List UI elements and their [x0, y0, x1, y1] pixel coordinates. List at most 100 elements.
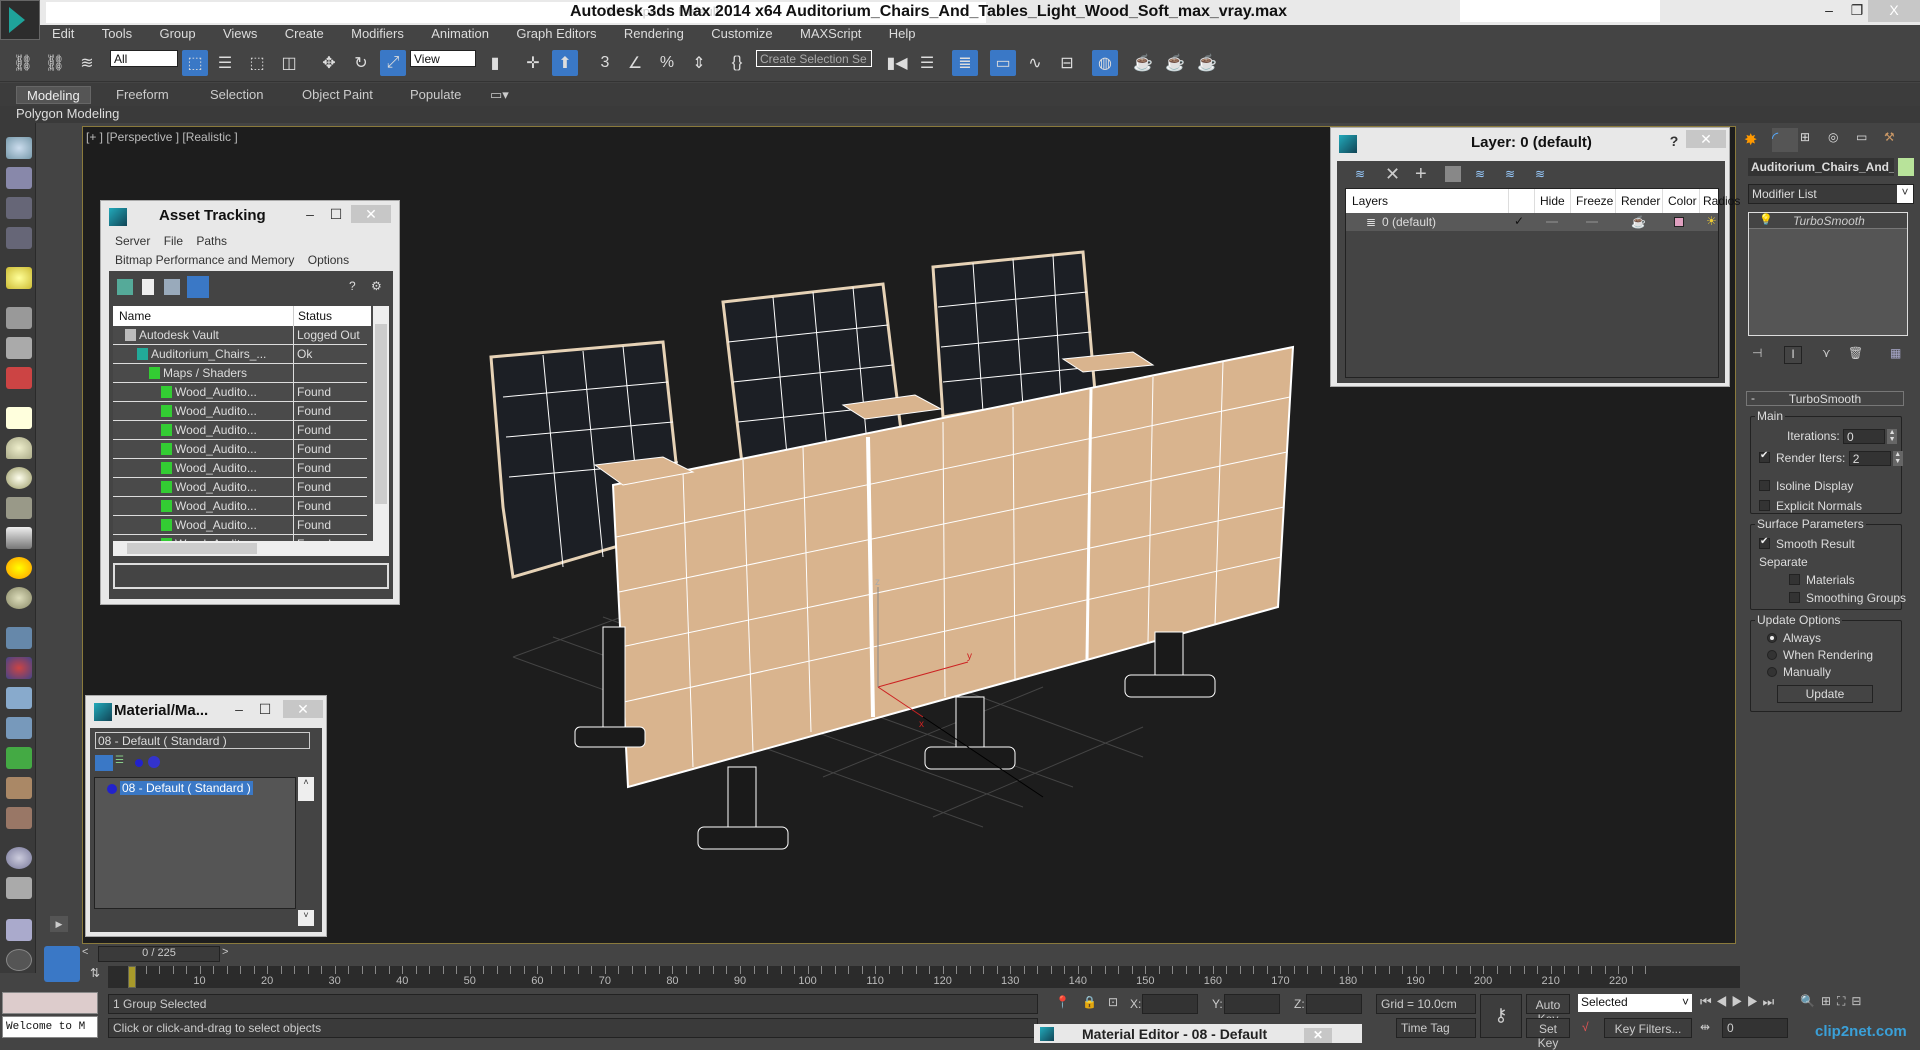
camera-icon[interactable] — [6, 307, 32, 329]
teapot-wire-icon[interactable] — [6, 497, 32, 519]
menu-bitmap-performance[interactable]: Bitmap Performance and Memory — [115, 253, 294, 267]
column-hide[interactable]: Hide — [1534, 189, 1570, 213]
selection-lock-icon[interactable]: 🔒 — [1082, 995, 1097, 1009]
camera-target-icon[interactable] — [6, 337, 32, 359]
render-iters-spinner[interactable]: ▲ ▼ — [1892, 451, 1903, 467]
settings-icon[interactable]: ⚙ — [371, 279, 387, 295]
add-to-layer-icon[interactable]: + — [1415, 163, 1427, 186]
current-frame-field[interactable]: 0 — [1722, 1018, 1788, 1038]
ribbon-tab-selection[interactable]: Selection — [200, 86, 273, 104]
select-manipulate-icon[interactable]: ✛ — [520, 50, 546, 76]
select-and-scale-icon[interactable]: ⤢ — [380, 50, 406, 76]
maximize-button[interactable]: ☐ — [323, 205, 349, 223]
ribbon-options-icon[interactable]: ▭▾ — [480, 86, 519, 104]
menu-create[interactable]: Create — [273, 25, 336, 41]
maxscript-listener-output[interactable] — [2, 992, 98, 1014]
asset-row[interactable]: Wood_Audito... Found — [113, 497, 367, 516]
ribbon-panel-polygon-modeling[interactable]: Polygon Modeling — [0, 106, 1920, 123]
layer-color-swatch[interactable] — [1674, 217, 1684, 227]
timeline-filter-icon[interactable]: ⇅ — [90, 966, 108, 986]
set-key-icon[interactable]: ⚷ — [1480, 994, 1522, 1038]
asset-row[interactable]: Wood_Audito... Found — [113, 516, 367, 535]
select-and-rotate-icon[interactable]: ↻ — [348, 50, 374, 76]
time-slider[interactable]: 0 / 225 — [98, 946, 220, 962]
select-and-move-icon[interactable]: ✥ — [316, 50, 342, 76]
asset-row[interactable]: Wood_Audito... Found — [113, 421, 367, 440]
render-teapot-icon[interactable]: ☕ — [1631, 215, 1646, 229]
y-coordinate-field[interactable] — [1224, 994, 1280, 1014]
table-view-icon[interactable] — [187, 276, 209, 298]
object-color-swatch[interactable] — [1898, 158, 1914, 176]
default-tangents-icon[interactable]: √ — [1582, 1020, 1589, 1034]
freeze-toggle[interactable] — [1586, 221, 1598, 223]
modifier-list-dropdown[interactable]: Modifier List ˅ — [1748, 184, 1914, 204]
teapot-icon[interactable] — [6, 137, 32, 159]
ellipse-icon[interactable] — [6, 847, 32, 869]
zoom-icon[interactable]: 🔍 — [1800, 994, 1821, 1008]
column-header-status[interactable]: Status — [293, 306, 332, 326]
plane-light-icon[interactable] — [6, 407, 32, 429]
absolute-mode-icon[interactable]: ⊡ — [1108, 995, 1118, 1009]
sun-icon[interactable] — [6, 557, 32, 579]
reference-coordinate-dropdown[interactable]: View — [410, 50, 476, 67]
window-crossing-icon[interactable]: ◫ — [276, 50, 302, 76]
small-icons-view-icon[interactable] — [135, 759, 143, 767]
mirror-icon[interactable]: ▮◀ — [884, 50, 910, 76]
material-search-input[interactable]: 08 - Default ( Standard ) — [95, 732, 310, 749]
pin-stack-icon[interactable]: ⊣ — [1752, 346, 1762, 360]
dome-light-icon[interactable] — [6, 437, 32, 459]
render-setup-icon[interactable]: ☕ — [1130, 50, 1156, 76]
asset-row[interactable]: Wood_Audito... Found — [113, 383, 367, 402]
menu-group[interactable]: Group — [147, 25, 207, 41]
isolate-selection-icon[interactable]: 📍 — [1055, 995, 1070, 1009]
hair-farm-icon[interactable] — [6, 777, 32, 799]
materials-checkbox[interactable] — [1789, 574, 1800, 585]
always-radio[interactable] — [1767, 633, 1777, 643]
turbosmooth-rollout-header[interactable]: - TurboSmooth — [1746, 391, 1904, 406]
edit-named-selection-icon[interactable]: {} — [724, 50, 750, 76]
material-editor-minimized-window[interactable]: Material Editor - 08 - Default ✕ — [1034, 1024, 1362, 1043]
close-button[interactable]: ✕ — [1304, 1028, 1332, 1043]
delete-layer-icon[interactable]: ✕ — [1385, 164, 1400, 185]
asset-path-field[interactable] — [113, 563, 389, 589]
modify-tab-icon[interactable]: ◜ — [1772, 128, 1798, 152]
asset-row[interactable]: Wood_Audito... Found — [113, 478, 367, 497]
previous-frame-button[interactable]: < — [82, 946, 96, 962]
isoline-display-checkbox[interactable] — [1759, 480, 1770, 491]
iterations-spinner[interactable]: ▲ ▼ — [1887, 429, 1898, 445]
close-button[interactable]: ✕ — [283, 700, 323, 718]
spinner-snap-icon[interactable]: ⇕ — [686, 50, 712, 76]
current-layer-check[interactable]: ✓ — [1514, 214, 1524, 228]
z-coordinate-field[interactable] — [1306, 994, 1362, 1014]
hierarchy-tab-icon[interactable]: ⊞ — [1800, 130, 1826, 152]
asset-row[interactable]: Wood_Audito... Found — [113, 459, 367, 478]
light-bulb-icon[interactable]: 💡 — [1759, 213, 1773, 226]
maxscript-listener-input[interactable]: Welcome to M — [2, 1016, 98, 1038]
utilities-tab-icon[interactable]: ⚒ — [1884, 130, 1910, 152]
particles-icon[interactable] — [6, 657, 32, 679]
when-rendering-radio[interactable] — [1767, 650, 1777, 660]
help-button[interactable]: ? — [1661, 132, 1687, 150]
menu-maxscript[interactable]: MAXScript — [788, 25, 873, 41]
select-object-icon[interactable]: ⬚ — [182, 50, 208, 76]
key-mode-dropdown[interactable]: Selected ˅ — [1578, 994, 1692, 1012]
ornatrix-icon[interactable] — [6, 807, 32, 829]
menu-tools[interactable]: Tools — [90, 25, 144, 41]
percent-snap-icon[interactable]: % — [654, 50, 680, 76]
create-tab-icon[interactable]: ✸ — [1744, 130, 1770, 152]
previous-frame-icon[interactable]: ◀ — [1716, 994, 1732, 1009]
helper-icon[interactable] — [6, 687, 32, 709]
create-layer-icon[interactable]: ≋ — [1355, 167, 1365, 181]
import-icon[interactable] — [6, 919, 32, 941]
ribbon-tab-freeform[interactable]: Freeform — [106, 86, 179, 104]
time-slider-thumb[interactable] — [128, 966, 136, 988]
menu-paths[interactable]: Paths — [196, 234, 227, 248]
go-to-end-icon[interactable]: ⏭ — [1763, 994, 1779, 1009]
fur-icon[interactable] — [6, 717, 32, 739]
asset-row[interactable]: Wood_Audito... Found — [113, 402, 367, 421]
disc-light-icon[interactable] — [6, 467, 32, 489]
zoom-extents-icon[interactable]: ⛶ — [1837, 994, 1851, 1008]
column-color[interactable]: Color — [1662, 189, 1702, 213]
column-current[interactable] — [1508, 189, 1534, 213]
list-view-icon[interactable] — [142, 279, 154, 295]
